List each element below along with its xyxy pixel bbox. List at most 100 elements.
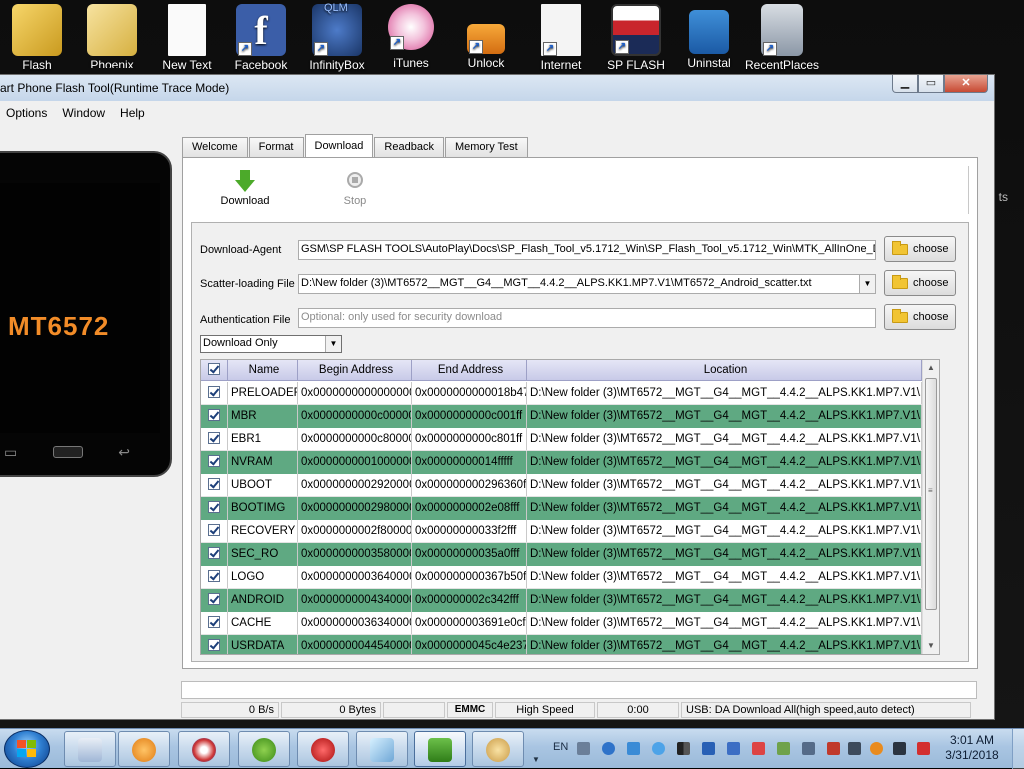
select-all-checkbox[interactable] <box>201 360 228 380</box>
flag-icon[interactable] <box>777 742 790 755</box>
taskbar-clock[interactable]: 3:01 AM 3/31/2018 <box>936 733 1008 763</box>
network-icon[interactable] <box>802 742 815 755</box>
auth-file-field[interactable]: Optional: only used for security downloa… <box>298 308 876 328</box>
scroll-down-icon[interactable]: ▼ <box>923 638 939 654</box>
row-checkbox[interactable] <box>201 382 228 404</box>
table-row[interactable]: CACHE 0x0000000036340000 0x000000003691e0c… <box>201 612 922 635</box>
taskbar-browser[interactable] <box>178 731 230 767</box>
desktop-icon-uninstal[interactable]: Uninstal <box>672 4 746 67</box>
download-agent-row: Download-Agent GSM\SP FLASH TOOLS\AutoPl… <box>200 236 960 263</box>
minimize-button[interactable]: ▁ <box>892 75 918 93</box>
menu-help[interactable]: Help <box>114 106 154 120</box>
keyboard-icon[interactable] <box>577 742 590 755</box>
status-mode: High Speed <box>495 702 595 718</box>
column-header-begin[interactable]: Begin Address <box>298 360 412 380</box>
table-row[interactable]: UBOOT 0x0000000002920000 0x000000000296360… <box>201 474 922 497</box>
language-indicator[interactable]: EN <box>553 741 568 753</box>
table-row[interactable]: PRELOADER 0x0000000000000000 0x00000000000… <box>201 382 922 405</box>
row-checkbox[interactable] <box>201 589 228 612</box>
table-row[interactable]: BOOTIMG 0x0000000002980000 0x0000000002e08… <box>201 497 922 520</box>
show-desktop-button[interactable] <box>1012 729 1024 769</box>
table-row[interactable]: LOGO 0x0000000003640000 0x000000000367b50f… <box>201 566 922 589</box>
column-header-name[interactable]: Name <box>228 360 298 380</box>
taskbar-sp-flash-tool[interactable] <box>414 731 466 767</box>
network-share-icon[interactable] <box>627 742 640 755</box>
taskbar-notes[interactable] <box>356 731 408 767</box>
security-alert-icon[interactable] <box>827 742 840 755</box>
row-checkbox[interactable] <box>201 451 228 474</box>
window-titlebar[interactable]: art Phone Flash Tool(Runtime Trace Mode)… <box>0 75 994 101</box>
tab-memory-test[interactable]: Memory Test <box>444 137 528 157</box>
table-row[interactable]: EBR1 0x0000000000c80000 0x0000000000c801ff… <box>201 428 922 451</box>
row-checkbox[interactable] <box>201 474 228 496</box>
table-row[interactable]: USRDATA 0x0000000044540000 0x0000000045c4e… <box>201 635 922 654</box>
table-row[interactable]: NVRAM 0x0000000001000000 0x00000000014ffff… <box>201 451 922 474</box>
row-checkbox[interactable] <box>201 428 228 450</box>
download-agent-choose-button[interactable]: choose <box>884 236 956 262</box>
menu-options[interactable]: Options <box>0 106 56 120</box>
tab-format[interactable]: Format <box>248 137 304 157</box>
chevron-down-icon[interactable]: ▼ <box>325 336 341 352</box>
antivirus-icon[interactable] <box>917 742 930 755</box>
tab-readback[interactable]: Readback <box>374 137 444 157</box>
menu-window[interactable]: Window <box>56 106 114 120</box>
scatter-file-choose-button[interactable]: choose <box>884 270 956 296</box>
table-row[interactable]: MBR 0x0000000000c00000 0x0000000000c001ff D… <box>201 405 922 428</box>
desktop-icon-unlock[interactable]: ↗ Unlock <box>449 4 523 70</box>
bluetooth-icon[interactable] <box>702 742 715 755</box>
tab-download[interactable]: Download <box>304 134 374 157</box>
infinity-tray-icon[interactable] <box>602 742 615 755</box>
auth-file-choose-button[interactable]: choose <box>884 304 956 330</box>
taskbar: ▼ EN 3:01 AM 3/31/2018 <box>0 728 1024 769</box>
table-row[interactable]: ANDROID 0x0000000004340000 0x000000002c342… <box>201 589 922 612</box>
taskbar-explorer[interactable] <box>64 731 116 767</box>
table-scrollbar[interactable]: ▲ ≡ ▼ <box>922 360 939 654</box>
tab-welcome[interactable]: Welcome <box>182 137 248 157</box>
maximize-button[interactable]: ▭ <box>918 75 944 93</box>
desktop-icon-infinitybox[interactable]: QLM ↗ InfinityBox <box>300 2 374 72</box>
taskbar-paint[interactable] <box>472 731 524 767</box>
device-sync-icon[interactable] <box>727 742 740 755</box>
desktop-icon-phoenix[interactable]: Phoenix <box>75 4 149 68</box>
desktop-icon-sp-flash[interactable]: ↗ SP FLASH <box>599 4 673 72</box>
signal-bars-icon[interactable] <box>677 742 690 755</box>
desktop-icon-flash[interactable]: Flash <box>0 4 74 72</box>
taskbar-overflow[interactable]: ▼ <box>530 731 542 767</box>
stop-button[interactable]: Stop <box>325 170 385 207</box>
table-row[interactable]: SEC_RO 0x0000000003580000 0x00000000035a0f… <box>201 543 922 566</box>
desktop-icon-facebook[interactable]: f ↗ Facebook <box>224 4 298 72</box>
speaker-icon[interactable] <box>893 742 906 755</box>
update-icon[interactable] <box>870 742 883 755</box>
cell-begin-address: 0x0000000000c80000 <box>298 428 412 450</box>
row-checkbox[interactable] <box>201 497 228 520</box>
row-checkbox[interactable] <box>201 405 228 428</box>
desktop-icon-new-text[interactable]: New Text <box>150 4 224 72</box>
volume-icon[interactable] <box>848 742 861 755</box>
scroll-up-icon[interactable]: ▲ <box>923 360 939 376</box>
row-checkbox[interactable] <box>201 520 228 542</box>
chevron-down-icon[interactable]: ▼ <box>859 275 875 293</box>
table-row[interactable]: RECOVERY 0x0000000002f80000 0x00000000033f… <box>201 520 922 543</box>
download-button[interactable]: Download <box>215 170 275 207</box>
desktop-icon-internet[interactable]: ↗ Internet <box>524 4 598 72</box>
row-checkbox[interactable] <box>201 543 228 566</box>
scroll-thumb[interactable]: ≡ <box>925 378 937 610</box>
column-header-end[interactable]: End Address <box>412 360 527 380</box>
scatter-file-combo[interactable]: D:\New folder (3)\MT6572__MGT__G4__MGT__… <box>298 274 876 294</box>
download-agent-field[interactable]: GSM\SP FLASH TOOLS\AutoPlay\Docs\SP_Flas… <box>298 240 876 260</box>
taskbar-utorrent[interactable] <box>238 731 290 767</box>
desktop-icon-recentplaces[interactable]: ↗ RecentPlaces <box>745 4 819 72</box>
row-checkbox[interactable] <box>201 566 228 588</box>
download-mode-select[interactable]: Download Only ▼ <box>200 335 342 353</box>
desktop-icon-itunes[interactable]: ↗ iTunes <box>374 4 448 70</box>
taskbar-media-player[interactable] <box>118 731 170 767</box>
row-checkbox[interactable] <box>201 635 228 654</box>
start-button[interactable] <box>4 730 50 768</box>
column-header-location[interactable]: Location <box>527 360 922 380</box>
scatter-file-row: Scatter-loading File D:\New folder (3)\M… <box>200 270 960 297</box>
taskbar-mb-tool[interactable] <box>297 731 349 767</box>
device-status-icon[interactable] <box>752 742 765 755</box>
close-button[interactable]: ✕ <box>944 75 988 93</box>
row-checkbox[interactable] <box>201 612 228 634</box>
cloud-icon[interactable] <box>652 742 665 755</box>
